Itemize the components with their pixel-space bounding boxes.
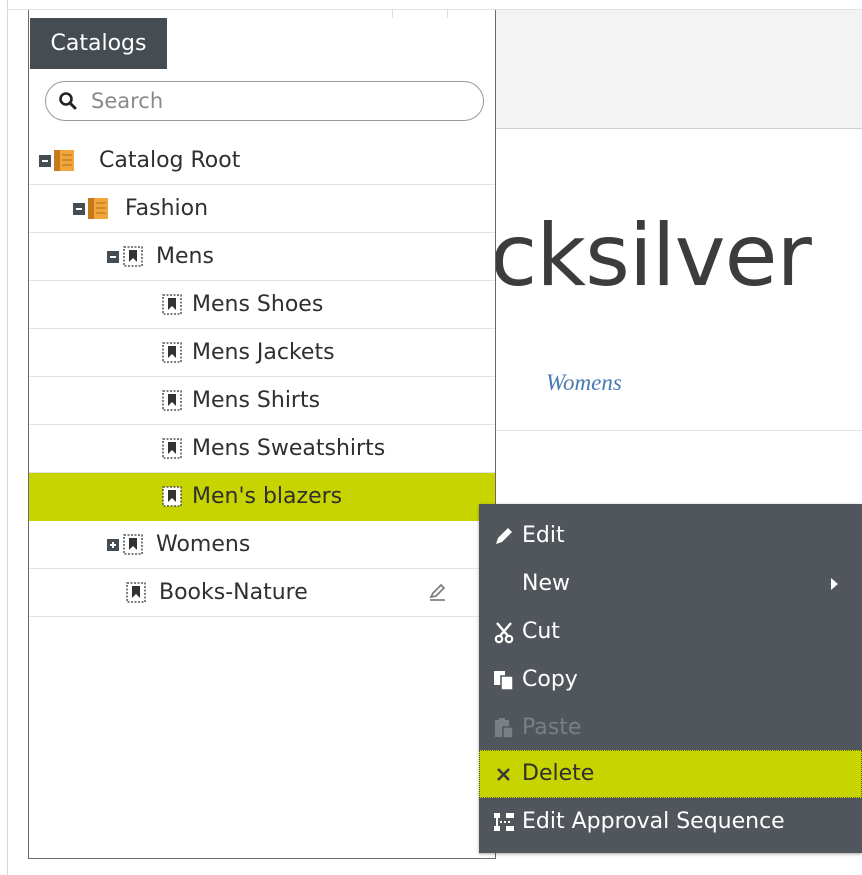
paste-icon (495, 718, 514, 739)
tree-item-label: Catalog Root (99, 148, 241, 173)
tree-item-mens-jackets[interactable]: Mens Jackets (29, 329, 495, 377)
tree-item-label: Womens (156, 532, 251, 557)
menu-item-label: New (522, 571, 570, 596)
node-icon (162, 390, 182, 411)
tree-item-catalog-root[interactable]: Catalog Root (29, 137, 495, 185)
tree-item-label: Fashion (125, 196, 209, 221)
collapse-toggle-icon[interactable] (107, 251, 119, 263)
pencil-icon (496, 528, 512, 544)
tree-item-mens-shoes[interactable]: Mens Shoes (29, 281, 495, 329)
nav-link-womens[interactable]: Womens (546, 370, 622, 396)
catalog-book-icon (88, 198, 108, 219)
node-icon (123, 534, 143, 555)
node-icon (162, 486, 182, 507)
context-menu: Edit New Cut Copy Paste Delete Edit Appr… (479, 504, 862, 853)
tree-item-label: Books-Nature (159, 580, 308, 605)
node-icon (162, 294, 182, 315)
menu-item-edit-approval-sequence[interactable]: Edit Approval Sequence (479, 798, 862, 846)
catalog-tree: Catalog Root Fashion Mens Mens Shoes Men… (29, 137, 495, 617)
tree-item-mens[interactable]: Mens (29, 233, 495, 281)
menu-item-label: Edit (522, 523, 565, 548)
node-icon (162, 438, 182, 459)
menu-item-label: Cut (522, 619, 560, 644)
catalogs-panel: Catalogs Catalog Root (28, 10, 496, 859)
collapse-toggle-icon[interactable] (73, 203, 85, 215)
header-divider (447, 10, 448, 18)
menu-item-delete[interactable]: Delete (479, 750, 862, 798)
menu-item-label: Copy (522, 667, 578, 692)
menu-item-new[interactable]: New (479, 560, 862, 608)
tree-item-label: Mens Shoes (192, 292, 324, 317)
header-divider (392, 10, 393, 18)
tree-item-label: Mens (156, 244, 214, 269)
submenu-arrow-icon (831, 578, 838, 590)
tree-item-mens-sweatshirts[interactable]: Mens Sweatshirts (29, 425, 495, 473)
menu-item-cut[interactable]: Cut (479, 608, 862, 656)
catalog-book-icon (54, 150, 74, 171)
collapse-toggle-icon[interactable] (39, 155, 51, 167)
menu-item-edit[interactable]: Edit (479, 512, 862, 560)
tree-item-mens-blazers[interactable]: Men's blazers (29, 473, 495, 521)
tree-item-books-nature[interactable]: Books-Nature (29, 569, 495, 617)
tree-item-label: Mens Sweatshirts (192, 436, 386, 461)
approval-sequence-icon (494, 813, 514, 831)
tree-item-label: Mens Jackets (192, 340, 335, 365)
content-toolbar (496, 10, 862, 129)
copy-icon (494, 671, 514, 691)
tab-caret-icon (91, 61, 105, 68)
menu-item-copy[interactable]: Copy (479, 656, 862, 704)
tree-item-label: Mens Shirts (192, 388, 321, 413)
menu-item-paste[interactable]: Paste (479, 704, 862, 752)
menu-item-label: Edit Approval Sequence (522, 809, 785, 834)
menu-item-label: Delete (522, 761, 595, 786)
node-icon (123, 246, 143, 267)
delete-x-icon (497, 768, 510, 781)
menu-item-label: Paste (522, 715, 582, 740)
site-brand-text: cksilver (496, 206, 812, 306)
tree-item-mens-shirts[interactable]: Mens Shirts (29, 377, 495, 425)
node-icon (126, 582, 146, 603)
scissors-icon (494, 622, 514, 644)
search-input[interactable] (91, 82, 471, 120)
node-icon (162, 342, 182, 363)
tree-item-label: Men's blazers (192, 484, 343, 509)
expand-toggle-icon[interactable] (107, 539, 119, 551)
search-box[interactable] (45, 81, 484, 121)
tree-item-womens[interactable]: Womens (29, 521, 495, 569)
tree-item-fashion[interactable]: Fashion (29, 185, 495, 233)
content-divider (496, 430, 862, 431)
edit-pencil-icon[interactable] (427, 582, 447, 602)
frame-left-border (7, 0, 8, 875)
search-icon (59, 92, 77, 110)
